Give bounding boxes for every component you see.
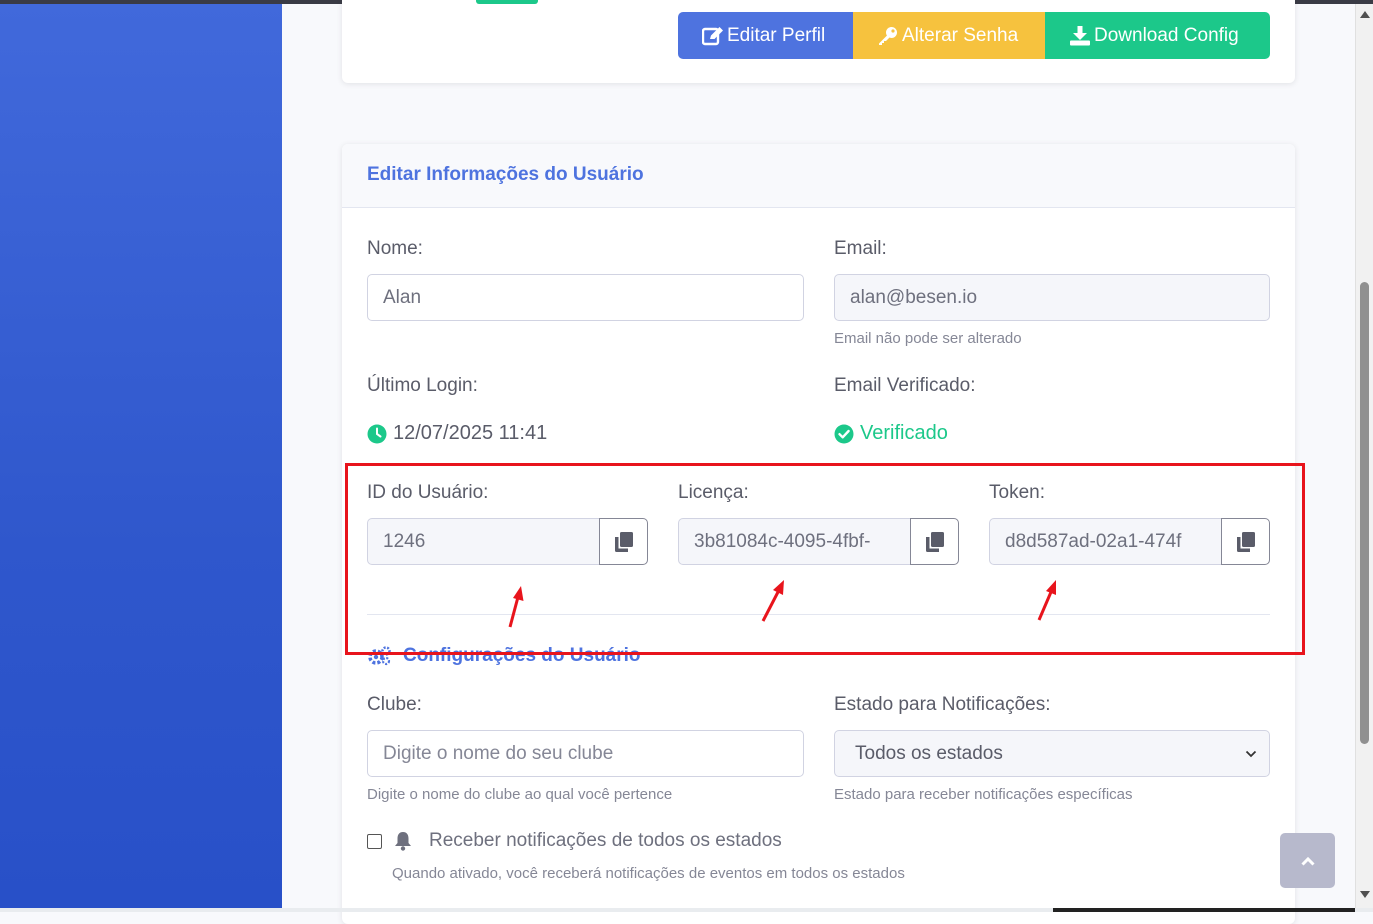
card-header: Editar Informações do Usuário: [342, 144, 1295, 208]
annotation-arrow-icon: [508, 586, 524, 628]
page-scrollbar[interactable]: [1355, 4, 1373, 908]
club-help: Digite o nome do clube ao qual você pert…: [367, 786, 673, 803]
all-states-checkbox-row: Receber notificações de todos os estados: [367, 830, 782, 852]
profile-actions: Editar Perfil Alterar Senha Download Con…: [678, 12, 1270, 59]
last-login-label: Último Login:: [367, 375, 478, 396]
download-icon: [1070, 25, 1090, 45]
state-select-value: Todos os estados: [855, 742, 1003, 764]
key-icon: [879, 26, 897, 45]
edit-profile-label: Editar Perfil: [727, 24, 826, 46]
taskbar-strip: [1053, 908, 1355, 912]
club-label: Clube:: [367, 694, 422, 715]
check-circle-icon: [834, 424, 854, 443]
edit-profile-button[interactable]: Editar Perfil: [678, 12, 853, 59]
all-states-help: Quando ativado, você receberá notificaçõ…: [392, 865, 905, 882]
email-input[interactable]: alan@besen.io: [834, 274, 1270, 321]
email-input-value: alan@besen.io: [850, 286, 978, 308]
club-input-placeholder: Digite o nome do seu clube: [383, 742, 614, 764]
download-config-button[interactable]: Download Config: [1045, 12, 1270, 59]
email-verified-text: Verificado: [860, 422, 948, 444]
status-badge-stub: [476, 0, 538, 4]
state-select[interactable]: Todos os estados: [834, 730, 1270, 777]
name-label: Nome:: [367, 238, 423, 259]
name-input-value: Alan: [383, 286, 422, 308]
state-help: Estado para receber notificações específ…: [834, 786, 1133, 803]
annotation-arrow-icon: [761, 580, 784, 622]
email-label: Email:: [834, 238, 887, 259]
change-password-label: Alterar Senha: [902, 24, 1019, 46]
bell-icon: [395, 832, 411, 851]
card-title: Editar Informações do Usuário: [367, 164, 644, 185]
scrollbar-thumb[interactable]: [1360, 282, 1369, 744]
clock-icon: [367, 424, 387, 443]
email-verified-label: Email Verificado:: [834, 375, 976, 396]
scroll-to-top-button[interactable]: [1280, 833, 1335, 888]
all-states-checkbox[interactable]: [367, 833, 382, 849]
email-help: Email não pode ser alterado: [834, 330, 1022, 347]
scroll-down-icon[interactable]: [1360, 891, 1370, 898]
club-input[interactable]: Digite o nome do seu clube: [367, 730, 804, 777]
annotation-arrow-icon: [1037, 580, 1056, 621]
name-input[interactable]: Alan: [367, 274, 804, 321]
sidebar: [0, 4, 282, 908]
email-verified-value: Verificado: [834, 422, 948, 445]
chevron-down-icon: [1245, 750, 1257, 757]
change-password-button[interactable]: Alterar Senha: [853, 12, 1045, 59]
download-config-label: Download Config: [1094, 24, 1239, 46]
edit-icon: [702, 26, 723, 45]
last-login-text: 12/07/2025 11:41: [393, 422, 548, 444]
annotation-highlight-box: [345, 463, 1305, 655]
state-label: Estado para Notificações:: [834, 694, 1051, 715]
scroll-up-icon[interactable]: [1360, 11, 1370, 18]
window-bottom-border: [0, 908, 1373, 912]
last-login-value: 12/07/2025 11:41: [367, 422, 547, 445]
all-states-label: Receber notificações de todos os estados: [429, 830, 782, 851]
chevron-up-icon: [1300, 856, 1315, 866]
